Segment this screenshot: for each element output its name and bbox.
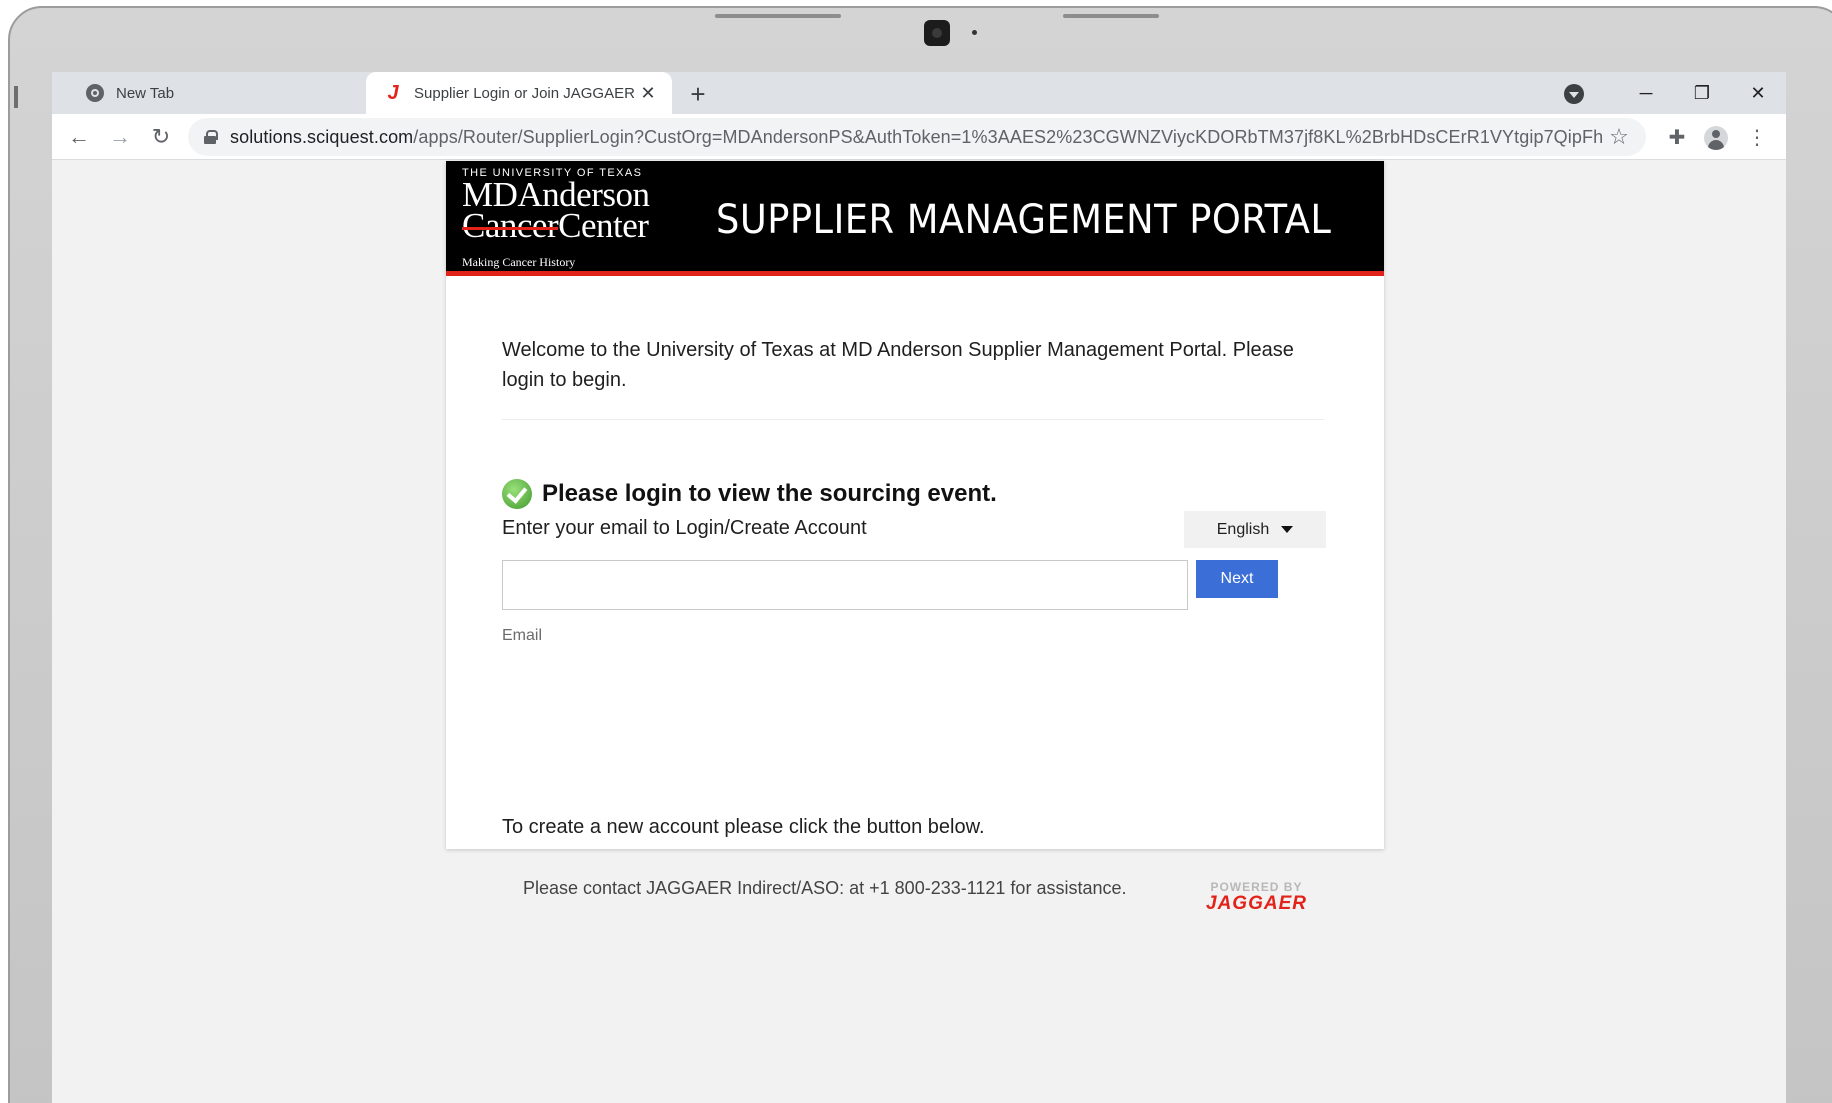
portal-title: SUPPLIER MANAGEMENT PORTAL	[716, 197, 1332, 243]
tab-title: New Tab	[116, 84, 175, 102]
check-circle-icon	[502, 479, 532, 509]
logo-line-2: CancerCenter	[462, 206, 649, 245]
reload-button[interactable]: ↻	[146, 122, 176, 152]
logo-center-word: Center	[558, 206, 649, 245]
welcome-message: Welcome to the University of Texas at MD…	[502, 339, 1294, 391]
new-tab-button[interactable]: +	[682, 78, 714, 110]
webcam-indicator	[972, 30, 977, 35]
menu-kebab-icon[interactable]: ⋮	[1742, 122, 1772, 152]
minimize-button[interactable]: ─	[1618, 72, 1674, 114]
forward-button[interactable]: →	[105, 122, 135, 152]
next-button[interactable]: Next	[1196, 560, 1278, 598]
back-button[interactable]: ←	[64, 122, 94, 152]
logo-wordmark: MDAnderson CancerCenter	[462, 177, 650, 245]
jaggaer-wordmark: JAGGAER	[1206, 893, 1307, 914]
bookmark-star-icon[interactable]: ☆	[1604, 124, 1634, 150]
jaggaer-favicon-icon: J	[387, 82, 399, 104]
close-icon[interactable]: ✕	[636, 81, 660, 105]
login-heading: Please login to view the sourcing event.	[502, 479, 997, 509]
logo-cancer-word: Cancer	[462, 206, 559, 245]
webcam	[924, 20, 950, 46]
section-divider	[502, 419, 1324, 420]
laptop-hinge-right	[1063, 14, 1159, 18]
url-host: solutions.sciquest.com	[230, 126, 414, 147]
address-bar[interactable]: solutions.sciquest.com/apps/Router/Suppl…	[188, 118, 1646, 156]
md-anderson-logo: THE UNIVERSITY OF TEXAS MDAnderson Cance…	[462, 167, 650, 270]
url-text[interactable]: solutions.sciquest.com/apps/Router/Suppl…	[230, 127, 1604, 148]
logo-tagline: Making Cancer History	[462, 255, 576, 269]
frame-edge	[14, 86, 18, 108]
email-input[interactable]	[502, 560, 1188, 610]
login-heading-text: Please login to view the sourcing event.	[542, 480, 997, 507]
powered-by-jaggaer-logo: POWERED BY JAGGAER	[1206, 880, 1307, 915]
tab-strip: New Tab ✕ J Supplier Login or Join JAGGA…	[52, 72, 1786, 114]
tab-supplier-login[interactable]: J Supplier Login or Join JAGGAER Supplie…	[366, 72, 672, 114]
create-account-text: To create a new account please click the…	[502, 816, 985, 838]
support-contact-text: Please contact JAGGAER Indirect/ASO: at …	[523, 878, 1127, 898]
tab-title: Supplier Login or Join JAGGAER Supplier …	[414, 84, 636, 102]
tab-new-tab[interactable]: New Tab ✕	[68, 72, 414, 114]
extensions-puzzle-icon[interactable]: ✚	[1662, 122, 1692, 152]
language-dropdown[interactable]: English	[1184, 511, 1326, 548]
chrome-icon	[86, 84, 104, 102]
browser-toolbar: ← → ↻ solutions.sciquest.com/apps/Router…	[52, 114, 1786, 160]
email-field-label: Email	[502, 627, 543, 644]
language-selected: English	[1216, 520, 1270, 538]
browser-window: New Tab ✕ J Supplier Login or Join JAGGA…	[52, 72, 1786, 1103]
caret-down-icon	[1281, 526, 1294, 533]
tab-search-icon[interactable]	[1564, 84, 1584, 104]
email-prompt: Enter your email to Login/Create Account	[502, 517, 867, 539]
restore-button[interactable]: ❐	[1674, 72, 1730, 114]
url-path: /apps/Router/SupplierLogin?CustOrg=MDAnd…	[413, 126, 1604, 147]
login-card: THE UNIVERSITY OF TEXAS MDAnderson Cance…	[446, 161, 1384, 849]
lock-icon[interactable]	[204, 130, 218, 144]
window-close-button[interactable]: ✕	[1730, 72, 1786, 114]
powered-by-label: POWERED BY	[1210, 880, 1303, 894]
profile-avatar-icon[interactable]	[1704, 126, 1728, 150]
laptop-hinge-left	[715, 14, 841, 18]
portal-banner: THE UNIVERSITY OF TEXAS MDAnderson Cance…	[446, 161, 1384, 276]
